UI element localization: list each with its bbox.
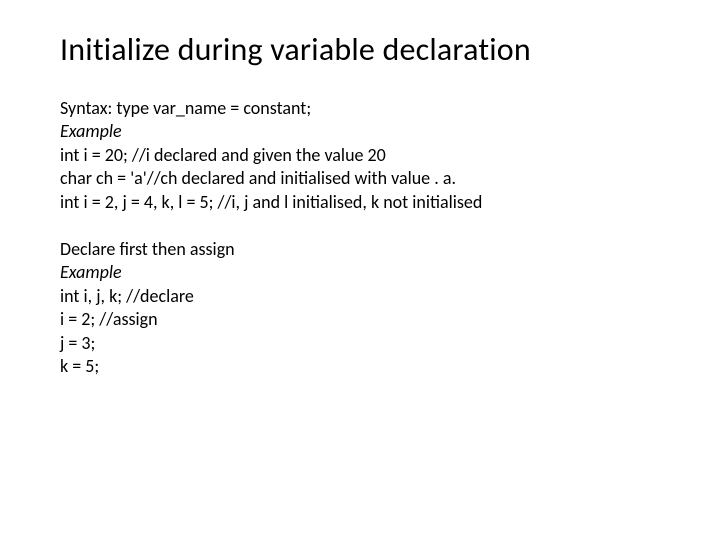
block-declare-assign: Declare first then assign Example int i,… (60, 238, 670, 378)
page-title: Initialize during variable declaration (60, 30, 670, 69)
heading-line: Declare first then assign (60, 238, 670, 261)
code-line: int i = 20; //i declared and given the v… (60, 144, 670, 167)
code-line: j = 3; (60, 332, 670, 355)
code-line: char ch = 'a'//ch declared and initialis… (60, 167, 670, 190)
example-label: Example (60, 120, 670, 143)
syntax-line: Syntax: type var_name = constant; (60, 97, 670, 120)
slide: Initialize during variable declaration S… (0, 0, 720, 540)
code-line: k = 5; (60, 355, 670, 378)
block-initialize: Syntax: type var_name = constant; Exampl… (60, 97, 670, 214)
example-label: Example (60, 261, 670, 284)
code-line: i = 2; //assign (60, 308, 670, 331)
code-line: int i = 2, j = 4, k, l = 5; //i, j and l… (60, 191, 670, 214)
code-line: int i, j, k; //declare (60, 285, 670, 308)
